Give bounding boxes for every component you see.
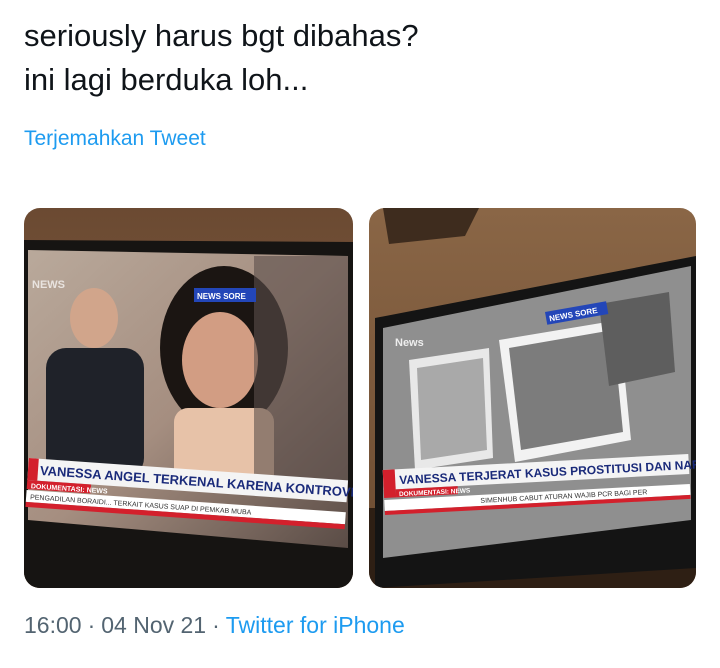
tweet-photo-2[interactable]: News NEWS SORE VANESSA TERJERAT KASUS PR…	[369, 208, 696, 588]
meta-separator: ·	[87, 612, 96, 638]
tweet-text-line-2: ini lagi berduka loh...	[24, 62, 309, 97]
tv-screen-photo-2: News NEWS SORE VANESSA TERJERAT KASUS PR…	[369, 208, 696, 588]
news-logo-2: News	[395, 337, 424, 349]
tweet-time[interactable]: 16:00	[24, 612, 82, 638]
tweet-date[interactable]: 04 Nov 21	[101, 612, 206, 638]
meta-separator: ·	[212, 612, 220, 638]
tweet-text: seriously harus bgt dibahas? ini lagi be…	[24, 14, 684, 102]
translate-tweet-link[interactable]: Terjemahkan Tweet	[24, 127, 206, 151]
news-logo-1: NEWS	[32, 279, 65, 291]
tweet-meta: 16:00 · 04 Nov 21 · Twitter for iPhone	[24, 612, 405, 639]
tweet-photo-1[interactable]: NEWS NEWS SORE VANESSA ANGEL TERKENAL KA…	[24, 208, 353, 588]
tweet-source-link[interactable]: Twitter for iPhone	[226, 612, 405, 638]
news-badge-1: NEWS SORE	[197, 292, 247, 301]
tweet-media: NEWS NEWS SORE VANESSA ANGEL TERKENAL KA…	[24, 208, 696, 588]
tweet-text-line-1: seriously harus bgt dibahas?	[24, 18, 419, 53]
tv-screen-photo-1: NEWS NEWS SORE VANESSA ANGEL TERKENAL KA…	[24, 208, 353, 588]
